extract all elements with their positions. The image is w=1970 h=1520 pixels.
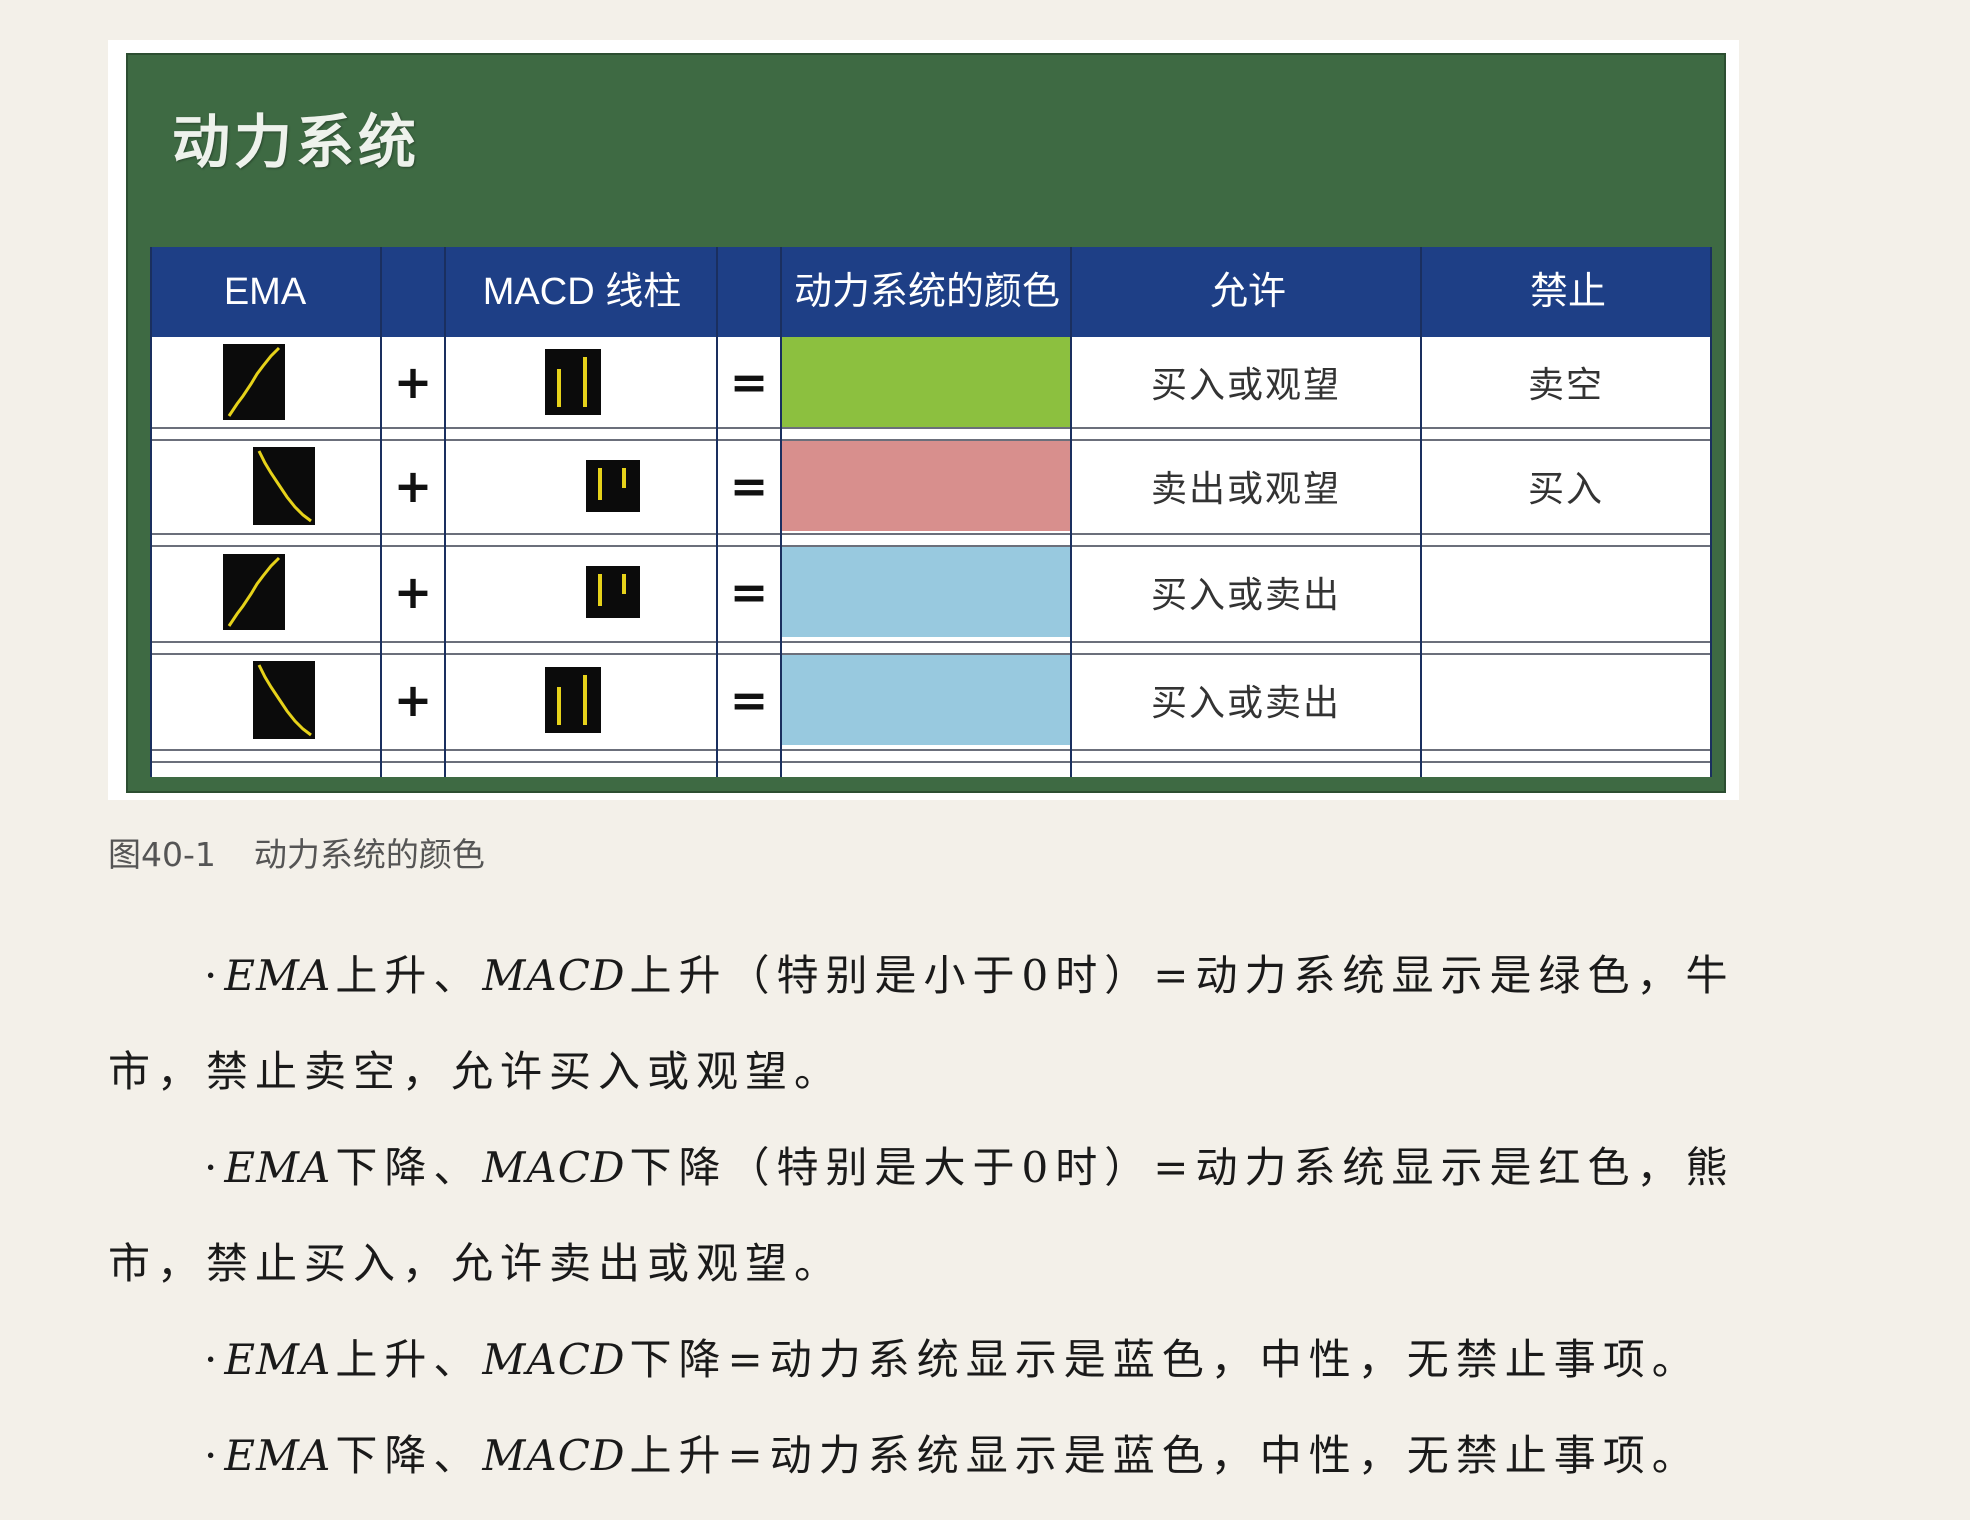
col-divider (716, 247, 718, 777)
row-divider (150, 533, 1712, 535)
forbid-cell (1422, 655, 1710, 745)
plus-sign: + (393, 355, 433, 409)
header-ema: EMA (223, 271, 307, 313)
term-ema: EMA (224, 1335, 332, 1384)
row-divider (150, 653, 1712, 655)
equals-sign: = (729, 565, 769, 619)
table-row: + = 买入或卖出 (150, 547, 1712, 637)
table-row: + = 买入或卖出 (150, 655, 1712, 745)
forbid-cell: 卖空 (1527, 365, 1604, 406)
row-divider (150, 439, 1712, 441)
equals-sign: = (729, 355, 769, 409)
bullet-paragraph: ·EMA上升、MACD下降=动力系统显示是蓝色，中性，无禁止事项。 (108, 1312, 1748, 1408)
ema-down-icon (253, 661, 315, 739)
col-divider (444, 247, 446, 777)
plus-sign: + (393, 459, 433, 513)
equals-sign: = (729, 673, 769, 727)
col-divider (1420, 247, 1422, 777)
chalkboard-panel: 动力系统 EMA MACD 线柱 动力系统的颜色 允许 禁止 + = 买入或观望 卖空… (126, 53, 1726, 793)
macd-up-icon (545, 349, 601, 415)
forbid-cell: 买入 (1527, 469, 1604, 510)
row-divider (150, 545, 1712, 547)
table-row: + = 买入或观望 卖空 (150, 337, 1712, 427)
impulse-color-swatch (782, 547, 1070, 637)
bullet-line: 市，禁止买入，允许卖出或观望。 (108, 1239, 844, 1288)
term-macd: MACD (482, 1431, 626, 1480)
bullet-line: ·EMA下降、MACD下降（特别是大于0时）=动力系统显示是红色，熊 (204, 1143, 1735, 1192)
ema-up-icon (223, 344, 285, 420)
caption-number: 图40-1 (108, 835, 216, 874)
term-macd: MACD (482, 1143, 626, 1192)
col-divider (780, 247, 782, 777)
table-header: EMA MACD 线柱 动力系统的颜色 允许 禁止 (150, 247, 1712, 337)
plus-sign: + (393, 673, 433, 727)
term-ema: EMA (224, 951, 332, 1000)
term-macd: MACD (482, 951, 626, 1000)
bullet-line: ·EMA上升、MACD下降=动力系统显示是蓝色，中性，无禁止事项。 (204, 1335, 1701, 1384)
bullet-paragraph: ·EMA下降、MACD下降（特别是大于0时）=动力系统显示是红色，熊 市，禁止买… (108, 1120, 1748, 1312)
impulse-table: EMA MACD 线柱 动力系统的颜色 允许 禁止 + = 买入或观望 卖空 + = 卖出或… (150, 247, 1712, 777)
term-ema: EMA (224, 1431, 332, 1480)
bullet-paragraph: ·EMA下降、MACD上升=动力系统显示是蓝色，中性，无禁止事项。 (108, 1408, 1748, 1504)
term-ema: EMA (224, 1143, 332, 1192)
header-macd: MACD 线柱 (482, 271, 682, 313)
macd-down-icon (586, 566, 640, 618)
figure-title: 动力系统 (172, 108, 421, 176)
col-divider (380, 247, 382, 777)
col-divider (150, 247, 152, 777)
allow-cell: 买入或卖出 (1150, 683, 1341, 724)
forbid-cell (1422, 547, 1710, 637)
equals-sign: = (729, 459, 769, 513)
macd-down-icon (586, 460, 640, 512)
figure-impulse-system: 动力系统 EMA MACD 线柱 动力系统的颜色 允许 禁止 + = 买入或观望 卖空… (108, 40, 1739, 800)
figure-caption: 图40-1 动力系统的颜色 (108, 828, 485, 876)
col-divider (1070, 247, 1072, 777)
impulse-color-swatch (782, 655, 1070, 745)
allow-cell: 卖出或观望 (1150, 469, 1341, 510)
bullet-paragraph: ·EMA上升、MACD上升（特别是小于0时）=动力系统显示是绿色，牛 市，禁止卖… (108, 928, 1748, 1120)
col-divider (1710, 247, 1712, 777)
term-macd: MACD (482, 1335, 626, 1384)
bullet-line: ·EMA上升、MACD上升（特别是小于0时）=动力系统显示是绿色，牛 (204, 951, 1735, 1000)
row-divider (150, 427, 1712, 429)
row-divider (150, 641, 1712, 643)
header-color: 动力系统的颜色 (793, 271, 1060, 313)
header-forbid: 禁止 (1529, 271, 1606, 313)
impulse-color-swatch (782, 337, 1070, 427)
header-allow: 允许 (1209, 271, 1286, 313)
allow-cell: 买入或卖出 (1150, 575, 1341, 616)
macd-up-icon (545, 667, 601, 733)
impulse-color-swatch (782, 441, 1070, 531)
bullet-line: ·EMA下降、MACD上升=动力系统显示是蓝色，中性，无禁止事项。 (204, 1431, 1701, 1480)
caption-text: 动力系统的颜色 (253, 835, 485, 874)
bullet-line: 市，禁止卖空，允许买入或观望。 (108, 1047, 844, 1096)
plus-sign: + (393, 565, 433, 619)
row-divider (150, 761, 1712, 763)
allow-cell: 买入或观望 (1150, 365, 1341, 406)
row-divider (150, 749, 1712, 751)
ema-up-icon (223, 554, 285, 630)
ema-down-icon (253, 447, 315, 525)
table-row: + = 卖出或观望 买入 (150, 441, 1712, 531)
